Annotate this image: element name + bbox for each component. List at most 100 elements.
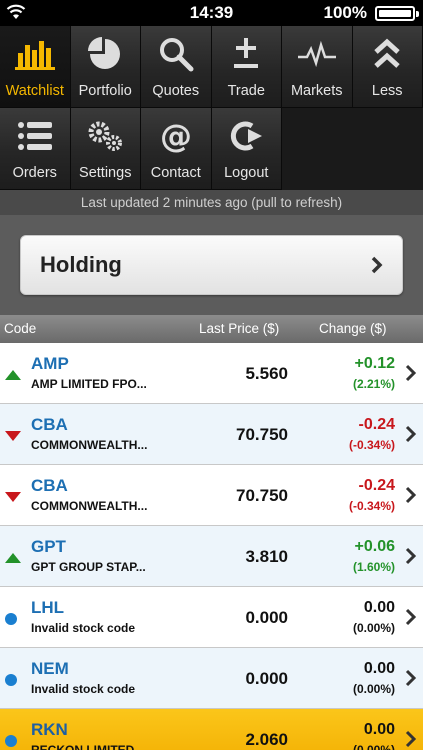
nav-watchlist-label: Watchlist — [5, 83, 64, 99]
change-percent: (1.60%) — [352, 560, 395, 574]
header-code: Code — [4, 321, 37, 336]
holding-area: Holding — [0, 215, 423, 315]
change-value: 0.00 — [363, 660, 395, 677]
change-percent: (0.00%) — [352, 743, 395, 750]
bar-chart-icon — [0, 36, 70, 72]
nav-trade[interactable]: Trade — [211, 26, 282, 108]
table-row[interactable]: RKN RECKON LIMITED 2.060 0.00 (0.00%) — [0, 709, 423, 750]
pulse-line-icon — [282, 36, 352, 72]
nav-markets[interactable]: Markets — [282, 26, 353, 108]
change-value: 0.00 — [363, 721, 395, 738]
nav-row-1: Watchlist Portfolio Quotes Trade Markets… — [0, 26, 423, 108]
last-updated-text[interactable]: Last updated 2 minutes ago (pull to refr… — [0, 190, 423, 215]
table-row[interactable]: GPT GPT GROUP STAP... 3.810 +0.06 (1.60%) — [0, 526, 423, 587]
stock-name: Invalid stock code — [31, 621, 136, 635]
nav-trade-label: Trade — [227, 83, 265, 99]
last-price: 2.060 — [245, 730, 288, 749]
change-percent: (-0.34%) — [348, 499, 395, 513]
stock-code: NEM — [31, 659, 69, 678]
change-value: +0.12 — [354, 355, 395, 372]
header-last-price: Last Price ($) — [199, 321, 280, 336]
chevron-right-icon — [370, 255, 384, 280]
nav-watchlist[interactable]: Watchlist — [0, 26, 71, 108]
nav-orders-label: Orders — [12, 165, 57, 181]
nav-row-2: Orders Settings @ Contact Logout — [0, 108, 423, 190]
status-bar: 14:39 100% — [0, 0, 423, 26]
nav-settings[interactable]: Settings — [70, 108, 141, 190]
nav-contact-label: Contact — [150, 165, 201, 181]
dot-icon — [4, 734, 18, 750]
nav-settings-label: Settings — [79, 165, 132, 181]
chevron-right-icon — [405, 547, 417, 570]
stock-name: AMP LIMITED FPO... — [31, 377, 147, 391]
stock-code: CBA — [31, 476, 68, 495]
last-price: 70.750 — [236, 425, 288, 444]
stock-name: GPT GROUP STAP... — [31, 560, 146, 574]
change-percent: (-0.34%) — [348, 438, 395, 452]
last-price: 0.000 — [245, 669, 288, 688]
change-value: 0.00 — [363, 599, 395, 616]
chevron-right-icon — [405, 486, 417, 509]
stock-code: RKN — [31, 720, 68, 739]
change-value: -0.24 — [358, 416, 395, 433]
up-triangle-icon — [4, 551, 22, 569]
table-row[interactable]: CBA COMMONWEALTH... 70.750 -0.24 (-0.34%) — [0, 404, 423, 465]
chevron-right-icon — [405, 730, 417, 750]
nav-quotes-label: Quotes — [152, 83, 200, 99]
change-value: -0.24 — [358, 477, 395, 494]
last-price: 0.000 — [245, 608, 288, 627]
nav-contact[interactable]: @ Contact — [141, 108, 212, 190]
change-percent: (0.00%) — [352, 621, 395, 635]
watchlist-rows: AMP AMP LIMITED FPO... 5.560 +0.12 (2.21%) CB… — [0, 343, 423, 750]
stock-name: Invalid stock code — [31, 682, 136, 696]
svg-text:@: @ — [160, 118, 192, 154]
nav-less[interactable]: Less — [352, 26, 423, 108]
holding-label: Holding — [40, 252, 122, 277]
nav-quotes[interactable]: Quotes — [141, 26, 212, 108]
chevron-right-icon — [405, 608, 417, 631]
change-percent: (2.21%) — [352, 377, 395, 391]
last-price: 5.560 — [245, 364, 288, 383]
magnifier-icon — [141, 36, 211, 72]
down-triangle-icon — [4, 490, 22, 508]
at-sign-icon: @ — [141, 118, 211, 154]
chevron-right-icon — [405, 669, 417, 692]
table-header: Code Last Price ($) Change ($) — [0, 315, 423, 343]
gears-icon — [71, 118, 141, 154]
table-row[interactable]: CBA COMMONWEALTH... 70.750 -0.24 (-0.34%) — [0, 465, 423, 526]
header-change: Change ($) — [319, 321, 387, 336]
holding-button[interactable]: Holding — [20, 235, 403, 295]
dot-icon — [4, 673, 18, 692]
table-row[interactable]: AMP AMP LIMITED FPO... 5.560 +0.12 (2.21%) — [0, 343, 423, 404]
pie-chart-icon — [71, 36, 141, 72]
nav-logout-label: Logout — [224, 165, 269, 181]
chevron-right-icon — [405, 364, 417, 387]
nav-portfolio[interactable]: Portfolio — [70, 26, 141, 108]
down-triangle-icon — [4, 429, 22, 447]
table-row[interactable]: NEM Invalid stock code 0.000 0.00 (0.00%) — [0, 648, 423, 709]
stock-code: AMP — [31, 354, 69, 373]
stock-name: RECKON LIMITED — [31, 743, 135, 750]
change-percent: (0.00%) — [352, 682, 395, 696]
nav-grid: Watchlist Portfolio Quotes Trade Markets… — [0, 26, 423, 190]
chevron-right-icon — [405, 425, 417, 448]
stock-name: COMMONWEALTH... — [31, 438, 148, 452]
nav-markets-label: Markets — [290, 83, 343, 99]
stock-code: GPT — [31, 537, 66, 556]
nav-portfolio-label: Portfolio — [78, 83, 132, 99]
change-value: +0.06 — [354, 538, 395, 555]
nav-orders[interactable]: Orders — [0, 108, 71, 190]
battery-percent: 100% — [323, 3, 367, 22]
plus-minus-icon — [212, 36, 282, 72]
nav-less-label: Less — [371, 83, 403, 99]
list-icon — [0, 118, 70, 154]
logout-icon — [212, 118, 282, 154]
nav-logout[interactable]: Logout — [211, 108, 282, 190]
double-chevron-up-icon — [353, 36, 423, 72]
up-triangle-icon — [4, 368, 22, 386]
last-price: 70.750 — [236, 486, 288, 505]
stock-code: CBA — [31, 415, 68, 434]
stock-name: COMMONWEALTH... — [31, 499, 148, 513]
table-row[interactable]: LHL Invalid stock code 0.000 0.00 (0.00%) — [0, 587, 423, 648]
nav-spacer — [282, 108, 423, 190]
